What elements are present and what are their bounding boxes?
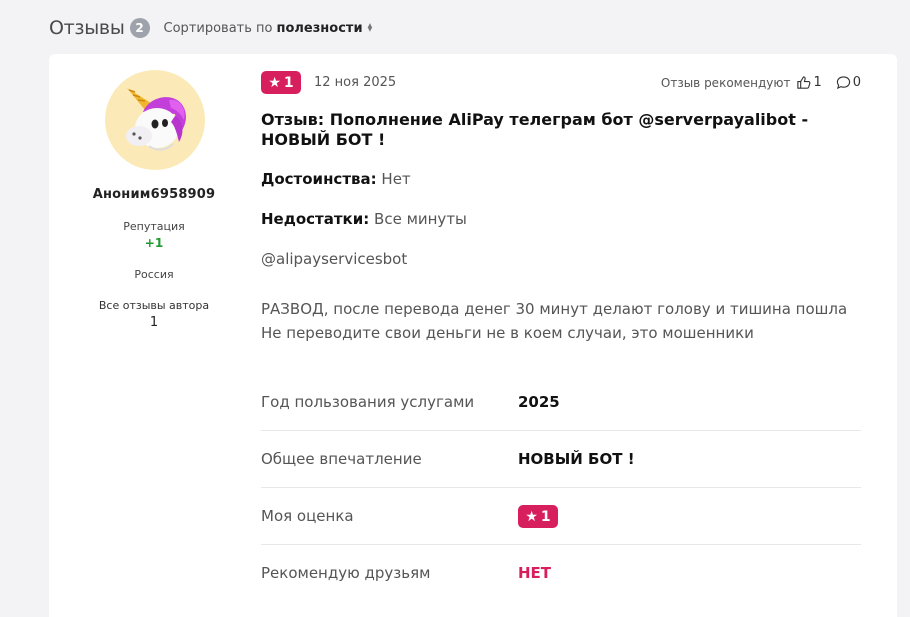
detail-label: Рекомендую друзьям: [261, 564, 431, 582]
comments-button[interactable]: 0: [836, 75, 861, 90]
review-card: Аноним6958909 Репутация +1 Россия Все от…: [49, 54, 897, 617]
review-body-line: Не переводите свои деньги не в коем случ…: [261, 324, 754, 342]
pros-value: Нет: [381, 170, 411, 188]
detail-value: НОВЫЙ БОТ !: [518, 450, 635, 468]
star-icon: ★: [268, 74, 281, 91]
rating-badge: ★ 1: [261, 71, 301, 94]
all-reviews-link[interactable]: Все отзывы автора: [49, 299, 259, 312]
author-country: Россия: [134, 268, 174, 281]
rating-value: 1: [283, 74, 294, 91]
sort-arrows-icon[interactable]: ▲ ▼: [368, 23, 373, 33]
detail-label: Общее впечатление: [261, 450, 422, 468]
detail-value: НЕТ: [518, 564, 552, 582]
detail-label: Год пользования услугами: [261, 393, 475, 411]
review-body: РАЗВОД, после перевода денег 30 минут де…: [261, 297, 861, 345]
reputation-label: Репутация: [123, 220, 185, 233]
detail-row-my-rating: Моя оценка ★ 1: [261, 488, 861, 545]
comments-count: 0: [852, 75, 861, 90]
detail-row-impression: Общее впечатление НОВЫЙ БОТ !: [261, 431, 861, 488]
review-handle: @alipayservicesbot: [261, 250, 408, 268]
review-date: 12 ноя 2025: [314, 75, 397, 90]
detail-label: Моя оценка: [261, 507, 354, 525]
cons-label: Недостатки:: [261, 210, 370, 228]
like-button[interactable]: 1: [796, 75, 822, 90]
all-reviews-count: 1: [149, 315, 159, 330]
cons-field: Недостатки: Все минуты: [261, 210, 467, 228]
sort-value[interactable]: полезности: [277, 21, 363, 36]
detail-value: 2025: [518, 393, 560, 411]
review-body-line: РАЗВОД, после перевода денег 30 минут де…: [261, 300, 848, 318]
comment-icon[interactable]: [836, 75, 851, 90]
recommend-label: Отзыв рекомендуют: [660, 75, 791, 90]
recommend-bar: Отзыв рекомендуют 1 0: [661, 75, 861, 90]
pros-label: Достоинства:: [261, 170, 377, 188]
pros-field: Достоинства: Нет: [261, 170, 411, 188]
sort-control[interactable]: Сортировать по полезности ▲ ▼: [164, 21, 373, 36]
my-rating-value: 1: [540, 508, 551, 525]
likes-count: 1: [813, 75, 822, 90]
detail-row-recommend: Рекомендую друзьям НЕТ: [261, 545, 861, 602]
detail-row-usage-year: Год пользования услугами 2025: [261, 374, 861, 431]
cons-value: Все минуты: [374, 210, 467, 228]
thumbs-up-icon[interactable]: [796, 75, 811, 90]
reviews-count-badge: 2: [129, 18, 150, 38]
star-icon: ★: [525, 508, 538, 525]
sort-prefix: Сортировать по: [163, 20, 273, 36]
my-rating-badge: ★ 1: [518, 505, 558, 528]
reviews-title: Отзывы: [49, 17, 125, 39]
reviews-header: Отзывы 2 Сортировать по полезности ▲ ▼: [49, 16, 372, 40]
author-name[interactable]: Аноним6958909: [49, 187, 259, 202]
review-title[interactable]: Отзыв: Пополнение AliPay телеграм бот @s…: [261, 110, 821, 150]
reputation-value: +1: [144, 236, 164, 250]
unicorn-avatar-icon[interactable]: [105, 70, 205, 170]
